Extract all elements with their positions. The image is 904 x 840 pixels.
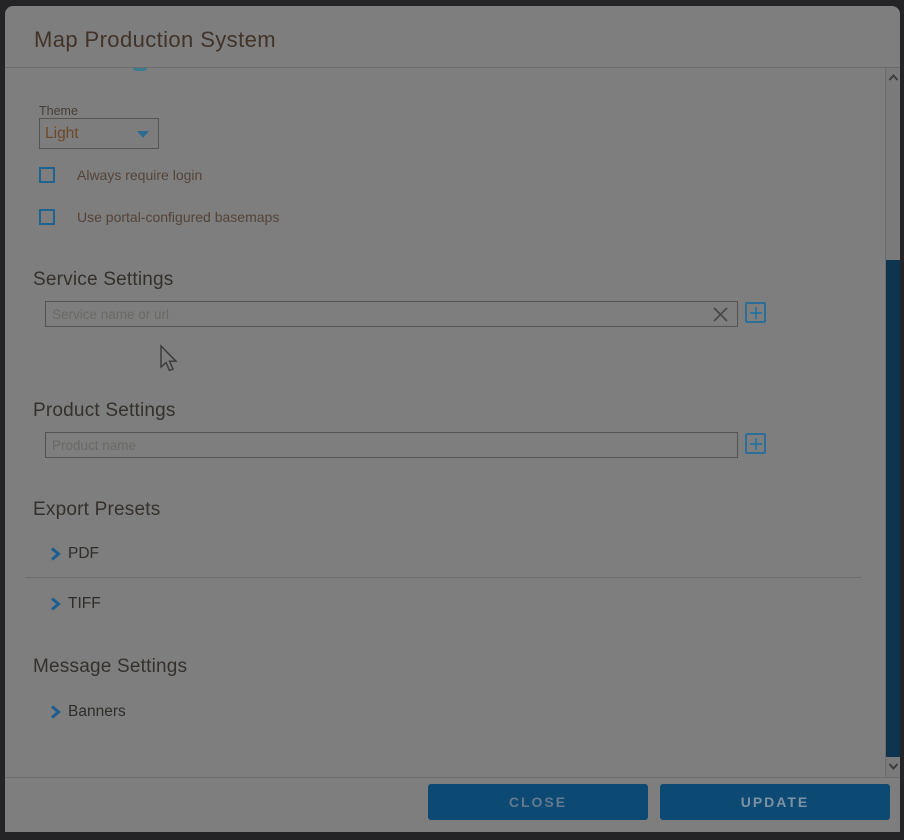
screen: Map Production System Theme Light Always… (0, 0, 904, 840)
scrollbar-thumb[interactable] (886, 260, 900, 757)
update-button[interactable]: UPDATE (660, 784, 890, 820)
add-product-button[interactable] (745, 433, 766, 454)
add-service-button[interactable] (745, 302, 766, 323)
export-preset-pdf[interactable]: PDF (50, 544, 99, 564)
footer-divider (5, 777, 900, 778)
chevron-right-icon (50, 597, 61, 611)
plus-icon (750, 307, 762, 319)
vertical-scrollbar[interactable] (885, 68, 900, 777)
export-preset-tiff-label: TIFF (68, 595, 101, 613)
product-settings-heading: Product Settings (33, 400, 176, 422)
scroll-down-icon[interactable] (887, 759, 900, 773)
dialog-header: Map Production System (5, 6, 900, 67)
export-preset-pdf-label: PDF (68, 545, 99, 563)
always-login-label: Always require login (77, 167, 202, 183)
checkbox-row-portal-basemaps: Use portal-configured basemaps (39, 208, 279, 226)
plus-icon (750, 438, 762, 450)
theme-label: Theme (39, 104, 78, 118)
checkbox-row-always-login: Always require login (39, 166, 202, 184)
mouse-cursor (158, 344, 180, 374)
theme-select[interactable]: Light (39, 118, 159, 149)
message-banners-label: Banners (68, 703, 126, 721)
partially-scrolled-element (133, 68, 147, 71)
product-name-input[interactable] (45, 432, 738, 458)
service-settings-heading: Service Settings (33, 269, 174, 291)
clear-icon[interactable] (712, 306, 729, 323)
dialog-title: Map Production System (34, 27, 276, 53)
theme-select-value: Light (45, 125, 79, 143)
service-name-input[interactable] (45, 301, 738, 327)
close-button[interactable]: CLOSE (428, 784, 648, 820)
chevron-down-icon (137, 131, 149, 138)
message-banners[interactable]: Banners (50, 702, 126, 722)
chevron-right-icon (50, 547, 61, 561)
export-presets-heading: Export Presets (33, 499, 160, 521)
export-preset-tiff[interactable]: TIFF (50, 594, 101, 614)
always-login-checkbox[interactable] (39, 167, 55, 183)
map-production-system-dialog: Map Production System Theme Light Always… (5, 6, 900, 832)
preset-divider (25, 577, 861, 578)
portal-basemaps-checkbox[interactable] (39, 209, 55, 225)
message-settings-heading: Message Settings (33, 656, 187, 678)
chevron-right-icon (50, 705, 61, 719)
portal-basemaps-label: Use portal-configured basemaps (77, 209, 279, 225)
scroll-up-icon[interactable] (887, 71, 900, 85)
